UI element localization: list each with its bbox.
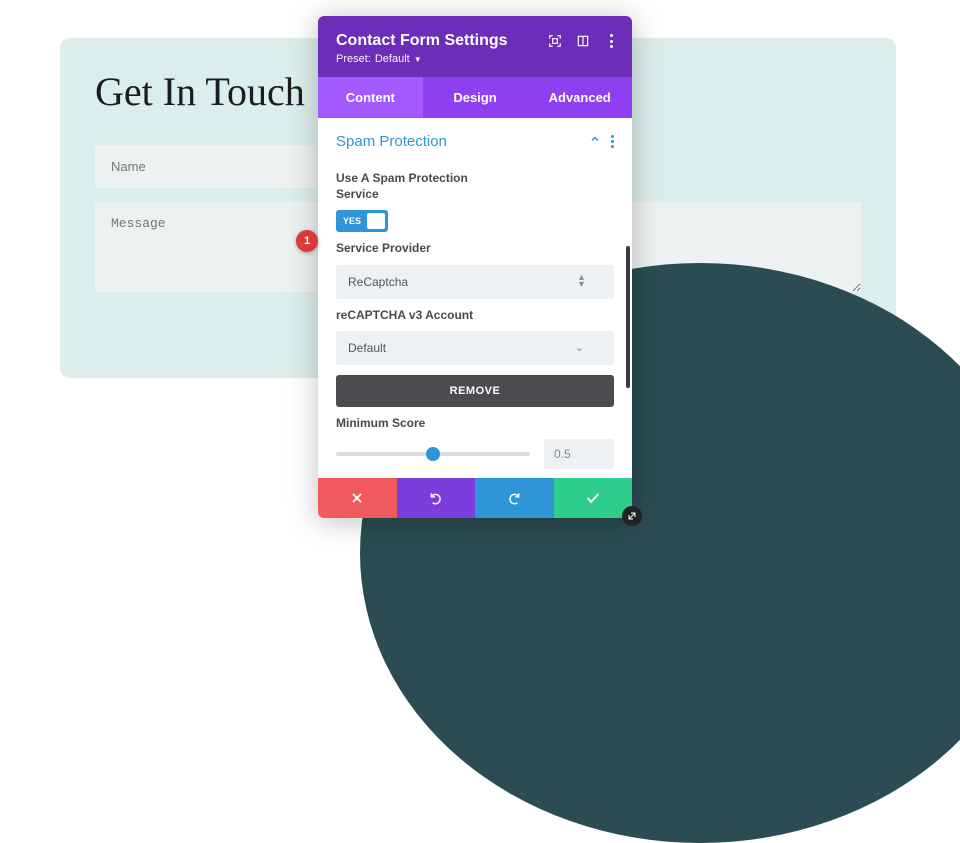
cancel-button[interactable] bbox=[318, 478, 397, 518]
kebab-menu-icon[interactable] bbox=[604, 34, 618, 48]
account-value: Default bbox=[348, 341, 386, 355]
score-input[interactable] bbox=[544, 439, 614, 469]
provider-select[interactable]: ReCaptcha ▴▾ bbox=[336, 265, 614, 299]
toggle-knob bbox=[367, 213, 385, 229]
updown-icon: ▴▾ bbox=[579, 275, 584, 288]
header-icons bbox=[548, 34, 618, 48]
scrollbar[interactable] bbox=[626, 246, 630, 388]
tab-advanced[interactable]: Advanced bbox=[527, 77, 632, 118]
min-score-label: Minimum Score bbox=[336, 415, 614, 431]
chevron-down-icon: ⌄ bbox=[575, 341, 584, 354]
slider-thumb[interactable] bbox=[426, 447, 440, 461]
preset-label: Preset: bbox=[336, 53, 371, 65]
redo-button[interactable] bbox=[475, 478, 554, 518]
settings-modal: Contact Form Settings Preset: Default ▼ … bbox=[318, 16, 632, 518]
chevron-up-icon[interactable] bbox=[589, 132, 601, 150]
provider-label: Service Provider bbox=[336, 240, 614, 256]
confirm-button[interactable] bbox=[554, 478, 633, 518]
focus-icon[interactable] bbox=[548, 34, 562, 48]
modal-footer bbox=[318, 478, 632, 518]
columns-icon[interactable] bbox=[576, 34, 590, 48]
preset-selector[interactable]: Preset: Default ▼ bbox=[336, 53, 614, 65]
score-slider[interactable] bbox=[336, 452, 530, 456]
step-badge: 1 bbox=[296, 230, 318, 252]
modal-body: Spam Protection Use A Spam Protection Se… bbox=[318, 118, 632, 478]
section-title: Spam Protection bbox=[336, 133, 447, 150]
provider-value: ReCaptcha bbox=[348, 275, 408, 289]
slider-row bbox=[336, 439, 614, 469]
toggle-yes-text: YES bbox=[343, 216, 361, 226]
modal-header: Contact Form Settings Preset: Default ▼ bbox=[318, 16, 632, 77]
use-spam-label: Use A Spam Protection Service bbox=[336, 170, 486, 202]
account-select[interactable]: Default ⌄ bbox=[336, 331, 614, 365]
section-header[interactable]: Spam Protection bbox=[336, 118, 614, 162]
tab-design[interactable]: Design bbox=[423, 77, 528, 118]
tabs: Content Design Advanced bbox=[318, 77, 632, 118]
section-actions bbox=[589, 132, 614, 150]
remove-button[interactable]: REMOVE bbox=[336, 375, 614, 407]
resize-handle[interactable] bbox=[622, 506, 642, 526]
account-label: reCAPTCHA v3 Account bbox=[336, 307, 614, 323]
section-kebab-icon[interactable] bbox=[611, 135, 614, 148]
preset-value: Default bbox=[375, 53, 410, 65]
tab-content[interactable]: Content bbox=[318, 77, 423, 118]
undo-button[interactable] bbox=[397, 478, 476, 518]
spam-toggle[interactable]: YES bbox=[336, 210, 388, 232]
chevron-down-icon: ▼ bbox=[414, 55, 422, 64]
